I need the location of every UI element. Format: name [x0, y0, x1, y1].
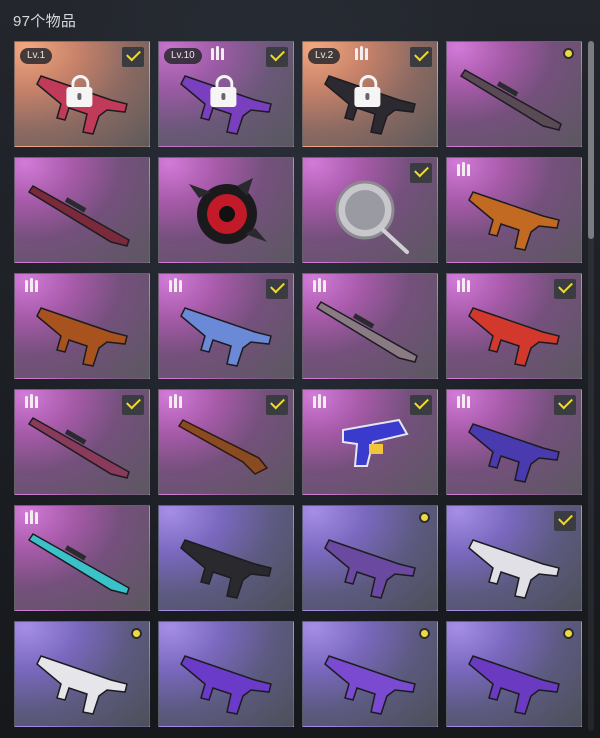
inventory-tile[interactable]: [302, 505, 438, 611]
bullets-icon: [457, 394, 470, 408]
checkmark-icon[interactable]: [554, 395, 576, 415]
assault-rifle-icon: [180, 539, 272, 599]
bullets-icon: [457, 278, 470, 292]
inventory-tile[interactable]: [158, 505, 294, 611]
inventory-tile[interactable]: [446, 389, 582, 495]
inventory-tile[interactable]: [14, 157, 150, 263]
checkmark-icon[interactable]: [410, 47, 432, 67]
checkmark-icon[interactable]: [410, 163, 432, 183]
inventory-tile[interactable]: [302, 273, 438, 379]
lock-icon: [210, 75, 237, 107]
inventory-tile[interactable]: [302, 389, 438, 495]
new-dot-icon: [419, 512, 430, 523]
new-dot-icon: [419, 628, 430, 639]
assault-rifle-icon: [468, 655, 560, 715]
inventory-tile[interactable]: [158, 621, 294, 727]
bullets-icon: [211, 46, 224, 60]
checkmark-icon[interactable]: [122, 395, 144, 415]
inventory-tile[interactable]: [446, 41, 582, 147]
checkmark-icon[interactable]: [266, 279, 288, 299]
assault-rifle-icon: [36, 655, 128, 715]
inventory-grid: Lv.1 Lv.10 Lv.2: [14, 41, 582, 727]
item-count-label: 97个物品: [13, 13, 77, 30]
checkmark-icon[interactable]: [266, 47, 288, 67]
bullets-icon: [169, 394, 182, 408]
inventory-tile[interactable]: [14, 273, 150, 379]
bullets-icon: [457, 162, 470, 176]
checkmark-icon[interactable]: [554, 511, 576, 531]
inventory-tile[interactable]: [14, 389, 150, 495]
level-badge: Lv.1: [20, 48, 53, 64]
new-dot-icon: [563, 48, 574, 59]
inventory-tile[interactable]: Lv.2: [302, 41, 438, 147]
sniper-rifle-icon: [27, 185, 130, 247]
bullets-icon: [169, 278, 182, 292]
inventory-tile[interactable]: Lv.10: [158, 41, 294, 147]
bullets-icon: [313, 394, 326, 408]
bullets-icon: [25, 394, 38, 408]
inventory-tile[interactable]: [446, 273, 582, 379]
level-badge: Lv.2: [308, 48, 341, 64]
inventory-tile[interactable]: [158, 273, 294, 379]
inventory-tile[interactable]: [302, 621, 438, 727]
bullets-icon: [25, 510, 38, 524]
assault-rifle-icon: [180, 655, 272, 715]
inventory-tile[interactable]: [446, 157, 582, 263]
checkmark-icon[interactable]: [122, 47, 144, 67]
inventory-tile[interactable]: [14, 621, 150, 727]
lock-icon: [354, 75, 381, 107]
new-dot-icon: [563, 628, 574, 639]
inventory-tile[interactable]: [158, 157, 294, 263]
inventory-tile[interactable]: Lv.1: [14, 41, 150, 147]
checkmark-icon[interactable]: [266, 395, 288, 415]
shuriken-icon: [189, 178, 267, 244]
inventory-tile[interactable]: [14, 505, 150, 611]
inventory-tile[interactable]: [302, 157, 438, 263]
inventory-tile[interactable]: [446, 505, 582, 611]
checkmark-icon[interactable]: [554, 279, 576, 299]
lock-icon: [66, 75, 93, 107]
bullets-icon: [25, 278, 38, 292]
inventory-tile[interactable]: [446, 621, 582, 727]
inventory-tile[interactable]: [158, 389, 294, 495]
assault-rifle-icon: [324, 655, 416, 715]
assault-rifle-icon: [324, 539, 416, 599]
scrollbar-thumb[interactable]: [588, 41, 594, 239]
bullets-icon: [355, 46, 368, 60]
bullets-icon: [313, 278, 326, 292]
new-dot-icon: [131, 628, 142, 639]
sniper-rifle-icon: [459, 69, 562, 131]
checkmark-icon[interactable]: [410, 395, 432, 415]
level-badge: Lv.10: [164, 48, 202, 64]
